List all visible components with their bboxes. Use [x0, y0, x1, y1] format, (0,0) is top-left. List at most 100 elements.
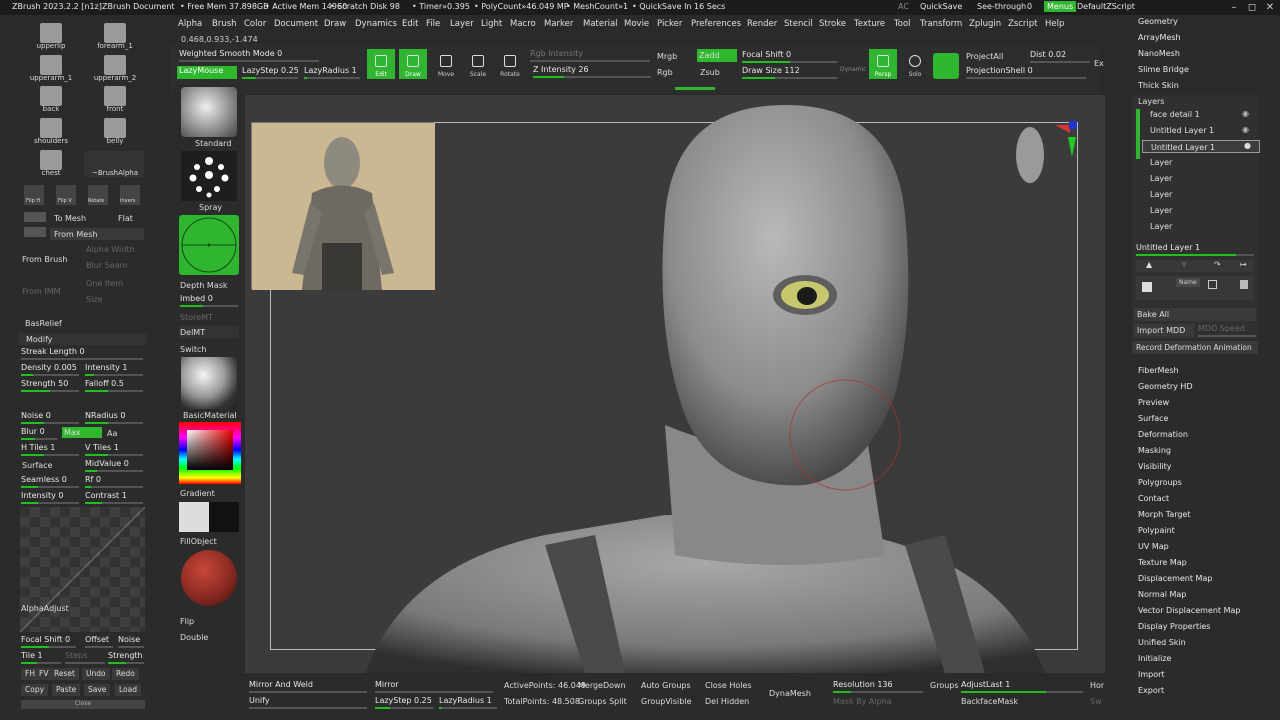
menu-edit[interactable]: Edit [402, 19, 418, 29]
menu-light[interactable]: Light [481, 19, 502, 29]
menu-help[interactable]: Help [1045, 19, 1064, 29]
menu-alpha[interactable]: Alpha [178, 19, 202, 29]
dist-slider[interactable]: Dist 0.02 [1030, 50, 1090, 63]
nanomesh-menu[interactable]: NanoMesh [1138, 49, 1180, 58]
menu-render[interactable]: Render [747, 19, 777, 29]
thick-skin-menu[interactable]: Thick Skin [1138, 81, 1179, 90]
menu-dynamics[interactable]: Dynamics [355, 19, 397, 29]
dynamic-button[interactable]: Dynamic [840, 66, 866, 73]
noise-slider[interactable]: Noise 0 [21, 411, 79, 424]
slime-bridge-menu[interactable]: Slime Bridge [1138, 65, 1189, 74]
unified-skin-menu[interactable]: Unified Skin [1138, 638, 1186, 647]
alpha-thumbnail[interactable] [104, 86, 126, 106]
menu-zplugin[interactable]: Zplugin [969, 19, 1001, 29]
masking-menu[interactable]: Masking [1138, 446, 1171, 455]
edit-button[interactable]: Edit [367, 49, 395, 79]
fibermesh-menu[interactable]: FiberMesh [1138, 366, 1179, 375]
curve-noise-slider[interactable]: Noise [118, 635, 144, 648]
alpha-thumbnail[interactable] [104, 118, 126, 138]
menu-macro[interactable]: Macro [510, 19, 536, 29]
alpha-thumbnail[interactable] [40, 23, 62, 43]
unify-button[interactable]: Unify [249, 696, 367, 709]
deformation-menu[interactable]: Deformation [1138, 430, 1188, 439]
lazymouse-toggle[interactable]: LazyMouse [177, 66, 237, 79]
standard-brush-icon[interactable] [181, 87, 237, 137]
morph-target-menu[interactable]: Morph Target [1138, 510, 1191, 519]
auto-groups-button[interactable]: Auto Groups [641, 681, 691, 690]
polypaint-menu[interactable]: Polypaint [1138, 526, 1175, 535]
copy-curve-button[interactable]: Copy [21, 684, 49, 696]
z-intensity-slider[interactable]: Z Intensity 26 [533, 65, 651, 78]
resolution-slider[interactable]: Resolution 136 [833, 680, 923, 693]
main-color-swatch[interactable] [179, 502, 209, 532]
rf-slider[interactable]: Rf 0 [85, 475, 143, 488]
polygroups-menu[interactable]: Polygroups [1138, 478, 1182, 487]
close-curve-button[interactable]: Close [21, 700, 145, 709]
aa-toggle[interactable]: Aa [107, 429, 117, 438]
name-button[interactable]: Name [1176, 278, 1200, 287]
menu-preferences[interactable]: Preferences [691, 19, 741, 29]
gradient-toggle[interactable]: Gradient [180, 489, 215, 498]
import-mdd-button[interactable]: Import MDD [1134, 324, 1194, 337]
menu-brush[interactable]: Brush [212, 19, 237, 29]
bake-all-button[interactable]: Bake All [1134, 308, 1256, 321]
eye-icon[interactable]: ◉ [1242, 125, 1252, 134]
reset-curve-button[interactable]: Reset [50, 668, 79, 680]
arraymesh-menu[interactable]: ArrayMesh [1138, 33, 1181, 42]
alpha-thumbnail[interactable] [104, 23, 126, 43]
basrelief-button[interactable]: BasRelief [25, 319, 62, 328]
fill-object-button[interactable]: FillObject [180, 537, 217, 546]
load-curve-button[interactable]: Load [115, 684, 141, 696]
persp-button[interactable]: Persp [869, 49, 897, 79]
merge-down-button[interactable]: MergeDown [578, 681, 626, 690]
size-slider[interactable]: Size [86, 295, 102, 304]
groups-toggle[interactable]: Groups [930, 681, 959, 690]
intensity-adjust-slider[interactable]: Intensity 0 [21, 491, 79, 504]
maximize-icon[interactable]: ◻ [1244, 0, 1260, 15]
vector-displacement-map-menu[interactable]: Vector Displacement Map [1138, 606, 1240, 615]
menu-zscript[interactable]: Zscript [1008, 19, 1038, 29]
streak-length-slider[interactable]: Streak Length 0 [21, 347, 143, 360]
mirror-and-weld-button[interactable]: Mirror And Weld [249, 680, 367, 693]
texture-map-menu[interactable]: Texture Map [1138, 558, 1187, 567]
menu-layer[interactable]: Layer [450, 19, 474, 29]
rgb-button[interactable]: Rgb [657, 68, 673, 77]
delete-icon[interactable] [1240, 280, 1248, 289]
adjust-last-slider[interactable]: AdjustLast 1 [961, 680, 1083, 693]
from-mesh-button[interactable]: From Mesh [50, 228, 144, 240]
switch-button[interactable]: Switch [180, 345, 206, 354]
visibility-menu[interactable]: Visibility [1138, 462, 1172, 471]
curve-strength-slider[interactable]: Strength [108, 651, 144, 664]
initialize-menu[interactable]: Initialize [1138, 654, 1171, 663]
alpha-thumbnail[interactable] [40, 150, 62, 170]
mdd-speed-slider[interactable]: MDD Speed [1198, 324, 1256, 337]
alpha-adjust-curve[interactable]: AlphaAdjust [20, 507, 145, 632]
projection-shell-slider[interactable]: ProjectionShell 0 [966, 66, 1086, 79]
sculpt-model[interactable] [245, 95, 1105, 673]
one-item-button[interactable]: One Item [86, 279, 123, 288]
del-mt-button[interactable]: DelMT [179, 326, 239, 338]
color-square[interactable] [187, 430, 233, 470]
undo-curve-button[interactable]: Undo [82, 668, 110, 680]
menu-marker[interactable]: Marker [544, 19, 573, 29]
menu-document[interactable]: Document [274, 19, 318, 29]
canvas-viewport[interactable] [245, 95, 1105, 673]
minimize-icon[interactable]: – [1226, 0, 1242, 15]
project-icon[interactable] [933, 53, 959, 79]
invert-alpha-button[interactable]: Invers [120, 185, 140, 205]
bottom-lazystep-slider[interactable]: LazyStep 0.25 [375, 696, 433, 709]
from-imm-button[interactable]: From IMM [22, 287, 61, 296]
paste-curve-button[interactable]: Paste [52, 684, 81, 696]
redo-icon[interactable]: ↷ [1214, 260, 1221, 269]
draw-size-slider[interactable]: Draw Size 112 [742, 66, 837, 79]
material-sphere-icon[interactable] [181, 550, 237, 606]
normal-map-menu[interactable]: Normal Map [1138, 590, 1186, 599]
mrgb-button[interactable]: Mrgb [657, 52, 677, 61]
flip-v-button[interactable]: Flip V [56, 185, 76, 205]
alpha-thumbnail[interactable] [104, 55, 126, 75]
flip-button[interactable]: Flip [180, 617, 194, 626]
move-button[interactable]: Move [432, 49, 460, 79]
quicksave-button[interactable]: QuickSave [920, 2, 962, 11]
basic-material-icon[interactable] [181, 357, 237, 409]
curve-offset-slider[interactable]: Offset [85, 635, 113, 648]
